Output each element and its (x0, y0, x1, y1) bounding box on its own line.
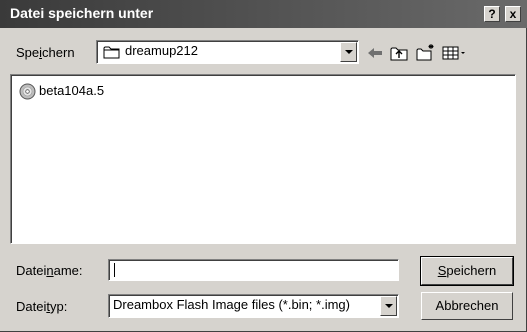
save-as-dialog: Datei speichern unter ? x Speichern drea… (0, 0, 527, 332)
view-menu-icon[interactable] (440, 42, 468, 64)
back-arrow-icon[interactable] (364, 42, 386, 64)
up-folder-icon[interactable] (388, 42, 410, 64)
file-name: beta104a.5 (39, 83, 105, 98)
filename-input[interactable] (108, 259, 399, 281)
save-in-folder: dreamup212 (125, 43, 198, 58)
folder-icon (103, 46, 120, 59)
save-button[interactable]: Speichern (420, 256, 514, 286)
save-in-dropdown-button[interactable] (340, 42, 357, 62)
cancel-button[interactable]: Abbrechen (421, 292, 513, 320)
save-in-label: Speichern (16, 45, 75, 60)
text-caret (114, 263, 115, 277)
filename-label: Dateiname: (16, 263, 83, 278)
filetype-selected: Dreambox Flash Image files (*.bin; *.img… (113, 297, 350, 312)
file-list[interactable]: beta104a.5 (10, 74, 516, 244)
close-button[interactable]: x (505, 6, 521, 22)
title-bar[interactable]: Datei speichern unter ? x (0, 0, 527, 28)
filetype-label: Dateityp: (16, 299, 68, 314)
cd-disc-icon (19, 83, 36, 100)
dialog-title: Datei speichern unter (10, 5, 154, 21)
new-folder-icon[interactable] (414, 42, 436, 64)
help-button[interactable]: ? (484, 6, 500, 22)
filetype-dropdown-button[interactable] (380, 296, 397, 316)
save-in-combo[interactable]: dreamup212 (96, 40, 359, 64)
filetype-select[interactable]: Dreambox Flash Image files (*.bin; *.img… (108, 294, 399, 318)
